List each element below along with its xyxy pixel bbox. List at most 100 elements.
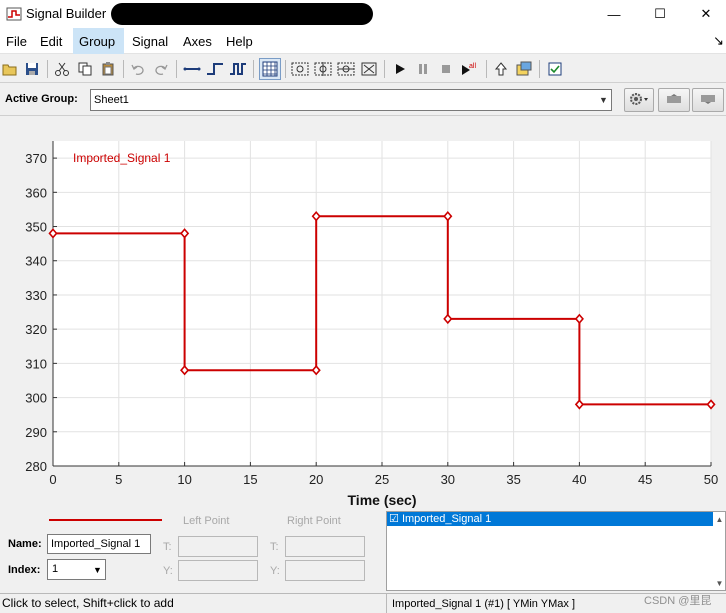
left-t-label: T: bbox=[163, 541, 172, 553]
y-tick-label: 290 bbox=[25, 425, 47, 440]
settings-button[interactable] bbox=[624, 88, 654, 112]
signal-list-item-label: Imported_Signal 1 bbox=[401, 513, 492, 525]
group-move-down-button[interactable] bbox=[692, 88, 724, 112]
toolbar-separator bbox=[47, 60, 48, 78]
signal-list-item[interactable]: ☑ Imported_Signal 1 bbox=[387, 512, 713, 526]
active-group-value: Sheet1 bbox=[94, 94, 129, 106]
pause-icon[interactable] bbox=[413, 59, 433, 79]
undo-icon[interactable] bbox=[128, 59, 148, 79]
checkbox-icon[interactable]: ☑ bbox=[389, 513, 399, 525]
menu-overflow-icon[interactable]: ↘ bbox=[713, 33, 724, 49]
run-all-icon[interactable]: all bbox=[459, 59, 479, 79]
series-legend-label: Imported_Signal 1 bbox=[73, 151, 171, 165]
x-tick-label: 35 bbox=[506, 472, 520, 487]
status-divider bbox=[386, 594, 387, 613]
group-move-up-button[interactable] bbox=[658, 88, 690, 112]
y-tick-label: 340 bbox=[25, 254, 47, 269]
toolbar-separator bbox=[486, 60, 487, 78]
close-icon: ✕ bbox=[700, 6, 712, 21]
menu-group[interactable]: Group bbox=[79, 34, 115, 49]
menu-axes[interactable]: Axes bbox=[183, 34, 212, 49]
x-tick-label: 50 bbox=[704, 472, 718, 487]
index-label: Index: bbox=[8, 564, 41, 576]
stop-icon[interactable] bbox=[436, 59, 456, 79]
x-tick-label: 5 bbox=[115, 472, 122, 487]
maximize-button[interactable]: ☐ bbox=[637, 0, 683, 28]
scroll-up-icon[interactable]: ▲ bbox=[713, 512, 726, 526]
y-tick-label: 330 bbox=[25, 288, 47, 303]
left-y-label: Y: bbox=[163, 565, 173, 577]
signal-builder-app-icon bbox=[6, 6, 22, 22]
chevron-down-icon[interactable]: ▼ bbox=[89, 559, 106, 580]
x-tick-label: 0 bbox=[49, 472, 56, 487]
index-value: 1 bbox=[52, 563, 59, 575]
go-to-model-icon[interactable] bbox=[491, 59, 511, 79]
redo-icon[interactable] bbox=[151, 59, 171, 79]
active-group-select[interactable] bbox=[90, 89, 612, 111]
maximize-icon: ☐ bbox=[654, 6, 666, 21]
zoom-xy-icon[interactable] bbox=[336, 59, 356, 79]
x-tick-label: 45 bbox=[638, 472, 652, 487]
pulse-signal-icon[interactable] bbox=[228, 59, 248, 79]
watermark: CSDN @里昆 bbox=[644, 595, 712, 607]
status-signal-info: Imported_Signal 1 (#1) [ YMin YMax ] bbox=[392, 598, 576, 610]
minimize-button[interactable]: — bbox=[591, 0, 637, 28]
signal-name-input[interactable] bbox=[47, 534, 151, 554]
right-point-y-field bbox=[285, 560, 365, 581]
right-point-label: Right Point bbox=[287, 515, 341, 527]
status-hint: Click to select, Shift+click to add bbox=[2, 596, 174, 610]
x-tick-label: 25 bbox=[375, 472, 389, 487]
left-point-y-field bbox=[178, 560, 258, 581]
window-title: Signal Builder bbox=[26, 6, 107, 21]
y-tick-label: 280 bbox=[25, 459, 47, 474]
right-y-label: Y: bbox=[270, 565, 280, 577]
paste-icon[interactable] bbox=[98, 59, 118, 79]
toolbar-separator bbox=[176, 60, 177, 78]
cut-icon[interactable] bbox=[52, 59, 72, 79]
constant-signal-icon[interactable] bbox=[182, 59, 202, 79]
left-point-label: Left Point bbox=[183, 515, 230, 527]
name-label: Name: bbox=[8, 538, 42, 550]
zoom-y-icon[interactable] bbox=[313, 59, 333, 79]
zoom-x-icon[interactable] bbox=[290, 59, 310, 79]
signal-plot[interactable]: 0 5 10 15 20 25 30 35 40 45 50 280 290 300 310 320 330 34… bbox=[0, 118, 726, 510]
gear-icon bbox=[628, 91, 650, 110]
move-down-icon bbox=[699, 93, 717, 108]
block-link-icon[interactable] bbox=[514, 59, 534, 79]
menu-edit[interactable]: Edit bbox=[40, 34, 62, 49]
x-tick-label: 40 bbox=[572, 472, 586, 487]
x-tick-label: 10 bbox=[177, 472, 191, 487]
redaction-mark bbox=[111, 3, 373, 25]
x-tick-label: 30 bbox=[441, 472, 455, 487]
right-t-label: T: bbox=[270, 541, 279, 553]
x-tick-label: 15 bbox=[243, 472, 257, 487]
scroll-down-icon[interactable]: ▼ bbox=[713, 576, 726, 590]
move-up-icon bbox=[665, 93, 683, 108]
y-tick-label: 320 bbox=[25, 322, 47, 337]
open-folder-icon[interactable] bbox=[0, 59, 20, 79]
menu-help[interactable]: Help bbox=[226, 34, 253, 49]
right-point-t-field bbox=[285, 536, 365, 557]
svg-text:all: all bbox=[469, 63, 476, 70]
y-tick-label: 300 bbox=[25, 391, 47, 406]
y-tick-label: 360 bbox=[25, 185, 47, 200]
left-point-t-field bbox=[178, 536, 258, 557]
menu-signal[interactable]: Signal bbox=[132, 34, 168, 49]
copy-icon[interactable] bbox=[75, 59, 95, 79]
toolbar-separator bbox=[539, 60, 540, 78]
y-tick-label: 370 bbox=[25, 151, 47, 166]
menu-file[interactable]: File bbox=[6, 34, 27, 49]
close-button[interactable]: ✕ bbox=[683, 0, 726, 28]
verification-icon[interactable] bbox=[545, 59, 565, 79]
chevron-down-icon[interactable]: ▼ bbox=[595, 89, 612, 111]
play-icon[interactable] bbox=[390, 59, 410, 79]
step-signal-icon[interactable] bbox=[205, 59, 225, 79]
grid-toggle-icon[interactable] bbox=[259, 58, 281, 80]
x-axis-label: Time (sec) bbox=[348, 492, 417, 508]
toolbar-separator bbox=[384, 60, 385, 78]
full-view-icon[interactable] bbox=[359, 59, 379, 79]
y-tick-label: 350 bbox=[25, 220, 47, 235]
signal-legend-line bbox=[49, 519, 162, 521]
save-icon[interactable] bbox=[22, 59, 42, 79]
y-tick-label: 310 bbox=[25, 356, 47, 371]
